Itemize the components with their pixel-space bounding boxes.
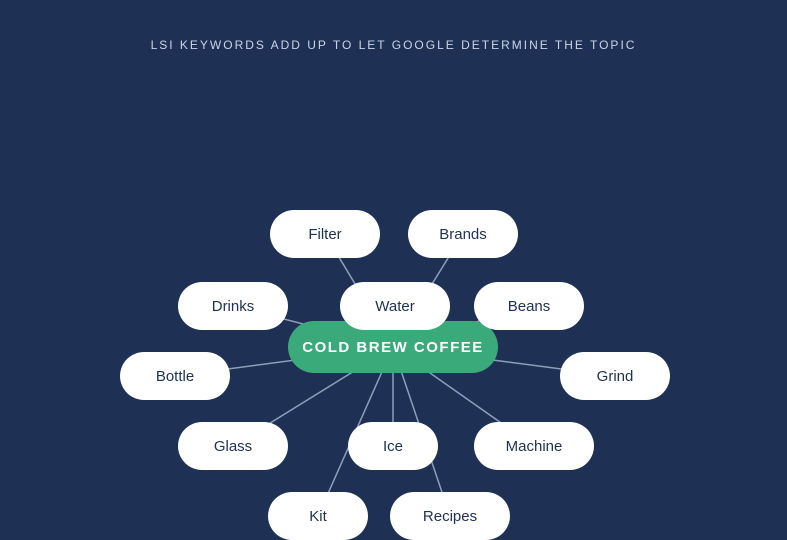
node-glass: Glass	[178, 422, 288, 470]
node-kit: Kit	[268, 492, 368, 540]
node-drinks: Drinks	[178, 282, 288, 330]
node-filter: Filter	[270, 210, 380, 258]
node-recipes: Recipes	[390, 492, 510, 540]
node-grind: Grind	[560, 352, 670, 400]
node-brands: Brands	[408, 210, 518, 258]
node-water: Water	[340, 282, 450, 330]
node-beans: Beans	[474, 282, 584, 330]
diagram-container: COLD BREW COFFEEFilterBrandsDrinksWaterB…	[0, 62, 787, 532]
node-machine: Machine	[474, 422, 594, 470]
node-ice: Ice	[348, 422, 438, 470]
page-title: LSI KEYWORDS ADD UP TO LET GOOGLE DETERM…	[0, 0, 787, 52]
node-bottle: Bottle	[120, 352, 230, 400]
